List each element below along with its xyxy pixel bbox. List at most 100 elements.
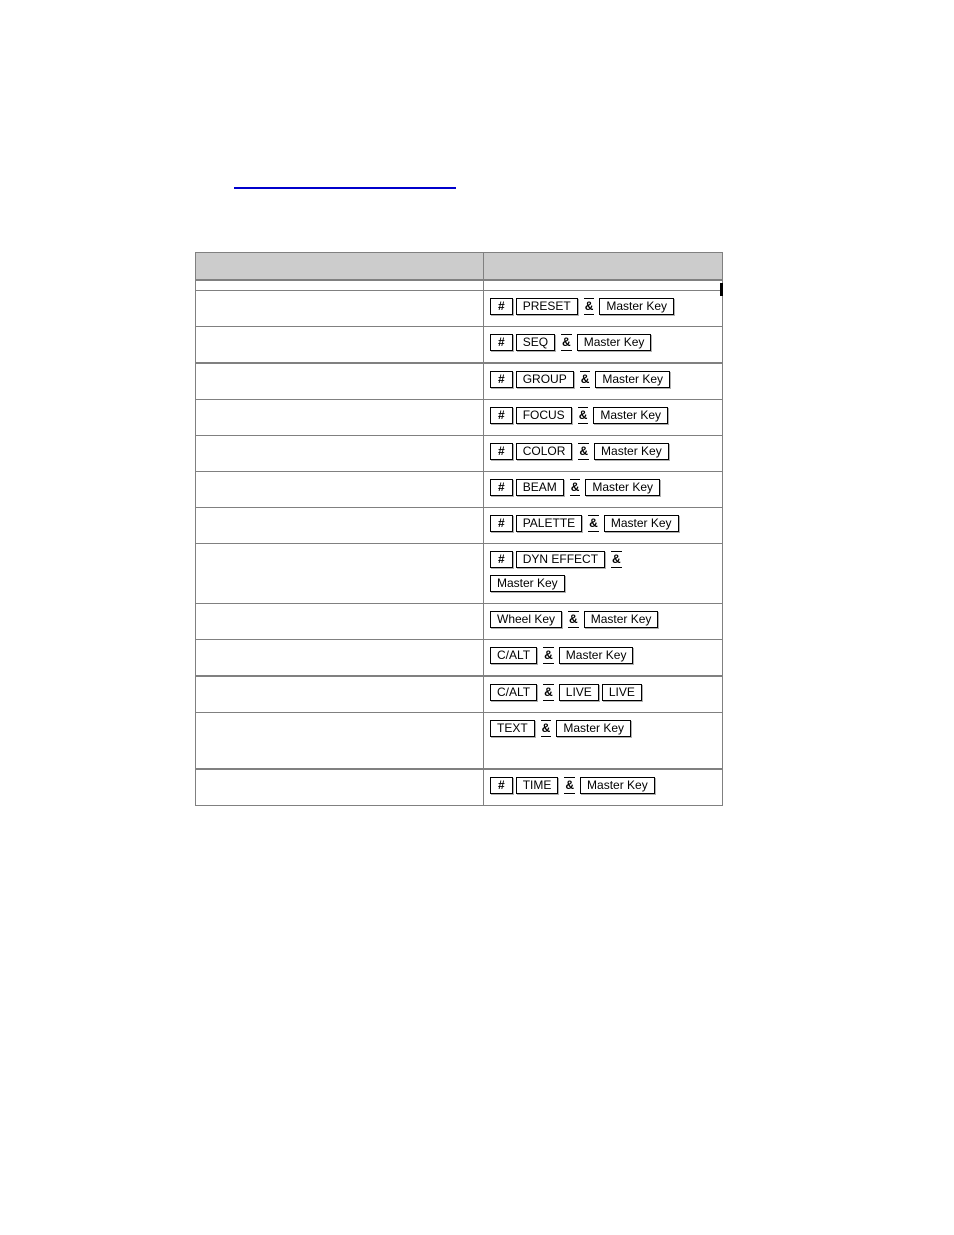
right-edge-tick-mark xyxy=(720,283,723,296)
ampersand-separator: & xyxy=(578,443,590,461)
table-row: # COLOR & Master Key xyxy=(195,435,723,472)
row-description-cell xyxy=(195,675,484,713)
key-sequence: # FOCUS & Master Key xyxy=(490,405,716,429)
row-description-cell xyxy=(195,768,484,806)
key-box: Master Key xyxy=(593,407,669,425)
key-box: Master Key xyxy=(490,575,565,593)
row-description-cell xyxy=(195,471,484,508)
ampersand-separator: & xyxy=(569,479,581,497)
key-box: # xyxy=(490,479,513,497)
key-box: Wheel Key xyxy=(490,611,563,629)
table-row: # PALETTE & Master Key xyxy=(195,507,723,544)
table-row: TEXT & Master Key xyxy=(195,712,723,770)
key-box: BEAM xyxy=(515,479,564,497)
ampersand-separator: & xyxy=(577,407,589,425)
key-sequence: Wheel Key & Master Key xyxy=(490,609,716,633)
key-box: TEXT xyxy=(490,720,535,738)
key-box: Master Key xyxy=(594,443,669,461)
key-sequence: # GROUP & Master Key xyxy=(490,369,716,393)
key-box: GROUP xyxy=(515,371,574,389)
row-description-cell xyxy=(195,435,484,472)
table-spacer-row xyxy=(195,279,723,291)
key-box: Master Key xyxy=(576,334,652,352)
row-key-sequence-cell: # BEAM & Master Key xyxy=(483,471,723,508)
key-box: Master Key xyxy=(603,515,679,533)
ampersand-separator: & xyxy=(561,334,572,352)
ampersand-separator: & xyxy=(611,551,622,569)
key-box: Master Key xyxy=(556,720,632,738)
key-sequence: C/ALT & Master Key xyxy=(490,645,716,669)
key-box: LIVE xyxy=(558,684,599,702)
ampersand-separator: & xyxy=(588,515,599,533)
key-box: # xyxy=(490,443,513,461)
key-sequence: # PRESET & Master Key xyxy=(490,296,716,320)
key-box: PRESET xyxy=(515,298,578,316)
key-box: DYN EFFECT xyxy=(515,551,606,569)
table-header-row xyxy=(195,252,723,281)
table-row: # BEAM & Master Key xyxy=(195,471,723,508)
row-key-sequence-cell: C/ALT & Master Key xyxy=(483,639,723,677)
key-box: FOCUS xyxy=(515,407,572,425)
key-box: Master Key xyxy=(558,647,634,665)
key-box: C/ALT xyxy=(490,684,538,702)
key-box: # xyxy=(490,334,513,352)
top-hyperlink[interactable] xyxy=(234,176,456,190)
row-key-sequence-cell: TEXT & Master Key xyxy=(483,712,723,770)
table-row: # SEQ & Master Key xyxy=(195,326,723,364)
key-box: # xyxy=(490,515,513,533)
row-key-sequence-cell: # GROUP & Master Key xyxy=(483,362,723,400)
row-key-sequence-cell: # TIME & Master Key xyxy=(483,768,723,806)
row-key-sequence-cell: # FOCUS & Master Key xyxy=(483,399,723,436)
table-row: C/ALT & LIVE LIVE xyxy=(195,675,723,713)
key-sequence: # COLOR & Master Key xyxy=(490,441,716,465)
table-row: C/ALT & Master Key xyxy=(195,639,723,677)
row-description-cell xyxy=(195,399,484,436)
table-row: Wheel Key & Master Key xyxy=(195,603,723,640)
spacer-cell-left xyxy=(195,279,484,291)
table-row: # TIME & Master Key xyxy=(195,768,723,806)
top-hyperlink-label xyxy=(234,176,456,187)
key-box: Master Key xyxy=(595,371,671,389)
row-description-cell xyxy=(195,543,484,604)
ampersand-separator: & xyxy=(579,371,591,389)
key-box: # xyxy=(490,407,513,425)
key-box: COLOR xyxy=(515,443,573,461)
row-key-sequence-cell: Wheel Key & Master Key xyxy=(483,603,723,640)
key-sequence: # DYN EFFECT & Master Key xyxy=(490,549,716,597)
ampersand-separator: & xyxy=(564,777,576,795)
key-box: C/ALT xyxy=(490,647,538,665)
table-row: # PRESET & Master Key xyxy=(195,290,723,327)
key-box: SEQ xyxy=(515,334,556,352)
key-box: Master Key xyxy=(585,479,661,497)
table-row: # DYN EFFECT & Master Key xyxy=(195,543,723,604)
key-box: # xyxy=(490,551,513,569)
key-sequence: # PALETTE & Master Key xyxy=(490,513,716,537)
ampersand-separator: & xyxy=(583,298,595,316)
column-header-keys xyxy=(483,252,723,281)
key-combination-table: # PRESET & Master Key # SEQ & Master Key # GROUP &… xyxy=(195,252,723,806)
key-sequence: TEXT & Master Key xyxy=(490,718,716,742)
key-box: Master Key xyxy=(599,298,675,316)
key-box: TIME xyxy=(515,777,559,795)
key-sequence: # TIME & Master Key xyxy=(490,775,716,799)
key-box: Master Key xyxy=(583,611,659,629)
key-box: PALETTE xyxy=(515,515,583,533)
table-row: # GROUP & Master Key xyxy=(195,362,723,400)
row-description-cell xyxy=(195,603,484,640)
row-description-cell xyxy=(195,712,484,770)
row-description-cell xyxy=(195,639,484,677)
row-key-sequence-cell: # COLOR & Master Key xyxy=(483,435,723,472)
row-description-cell xyxy=(195,507,484,544)
key-sequence: # BEAM & Master Key xyxy=(490,477,716,501)
row-key-sequence-cell: # PRESET & Master Key xyxy=(483,290,723,327)
row-key-sequence-cell: C/ALT & LIVE LIVE xyxy=(483,675,723,713)
row-description-cell xyxy=(195,326,484,364)
key-box: # xyxy=(490,777,513,795)
row-description-cell xyxy=(195,362,484,400)
column-header-description xyxy=(195,252,484,281)
row-key-sequence-cell: # DYN EFFECT & Master Key xyxy=(483,543,723,604)
key-box: Master Key xyxy=(580,777,655,795)
key-sequence: C/ALT & LIVE LIVE xyxy=(490,682,716,706)
key-box: # xyxy=(490,371,513,389)
key-box: LIVE xyxy=(601,684,642,702)
